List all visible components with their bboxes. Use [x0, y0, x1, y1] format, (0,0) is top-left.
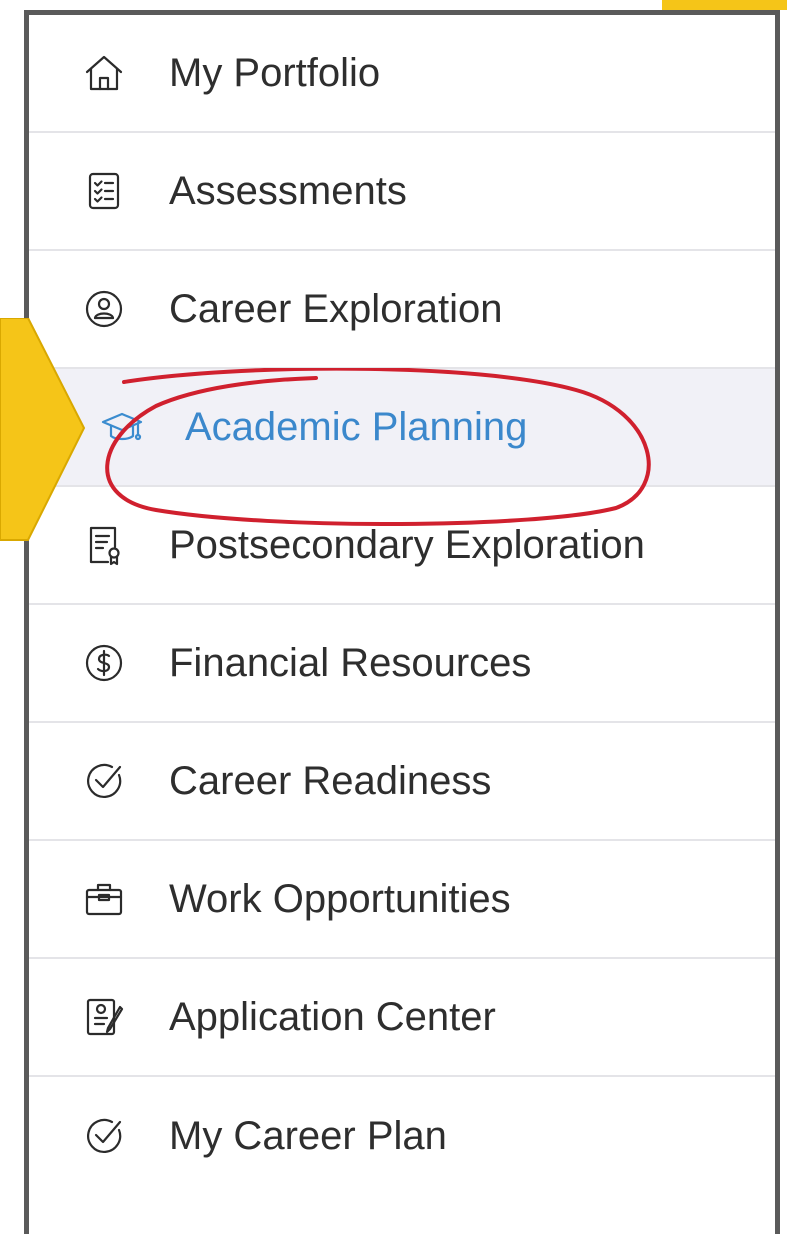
menu-item-career-readiness[interactable]: Career Readiness: [29, 723, 775, 841]
menu-item-my-portfolio[interactable]: My Portfolio: [29, 15, 775, 133]
menu-list: My Portfolio Assessments Career Explorat…: [24, 15, 775, 1195]
menu-item-financial-resources[interactable]: Financial Resources: [29, 605, 775, 723]
menu-item-career-exploration[interactable]: Career Exploration: [29, 251, 775, 369]
yellow-tab-annotation: [662, 0, 787, 10]
menu-item-assessments[interactable]: Assessments: [29, 133, 775, 251]
menu-item-label: Assessments: [169, 168, 407, 213]
home-icon: [81, 50, 127, 96]
screenshot-stage: My Portfolio Assessments Career Explorat…: [0, 0, 787, 1234]
menu-item-label: Career Exploration: [169, 286, 503, 331]
graduation-cap-icon: [99, 404, 145, 450]
person-badge-icon: [81, 286, 127, 332]
menu-item-label: Career Readiness: [169, 758, 492, 803]
menu-item-application-center[interactable]: Application Center: [29, 959, 775, 1077]
menu-item-academic-planning[interactable]: Academic Planning: [24, 369, 775, 487]
check-circle-icon: [81, 1113, 127, 1159]
menu-item-label: Financial Resources: [169, 640, 532, 685]
menu-item-my-career-plan[interactable]: My Career Plan: [29, 1077, 775, 1195]
certificate-icon: [81, 522, 127, 568]
menu-item-label: Work Opportunities: [169, 876, 511, 921]
menu-item-label: My Portfolio: [169, 50, 381, 95]
menu-item-work-opportunities[interactable]: Work Opportunities: [29, 841, 775, 959]
menu-item-label: My Career Plan: [169, 1113, 447, 1158]
menu-item-label: Application Center: [169, 994, 496, 1039]
menu-item-label: Academic Planning: [185, 404, 528, 449]
dollar-circle-icon: [81, 640, 127, 686]
checklist-icon: [81, 168, 127, 214]
side-navigation-menu: My Portfolio Assessments Career Explorat…: [24, 10, 780, 1234]
application-form-icon: [81, 994, 127, 1040]
check-circle-icon: [81, 758, 127, 804]
menu-item-label: Postsecondary Exploration: [169, 522, 645, 567]
briefcase-icon: [81, 876, 127, 922]
menu-item-postsecondary-exploration[interactable]: Postsecondary Exploration: [29, 487, 775, 605]
